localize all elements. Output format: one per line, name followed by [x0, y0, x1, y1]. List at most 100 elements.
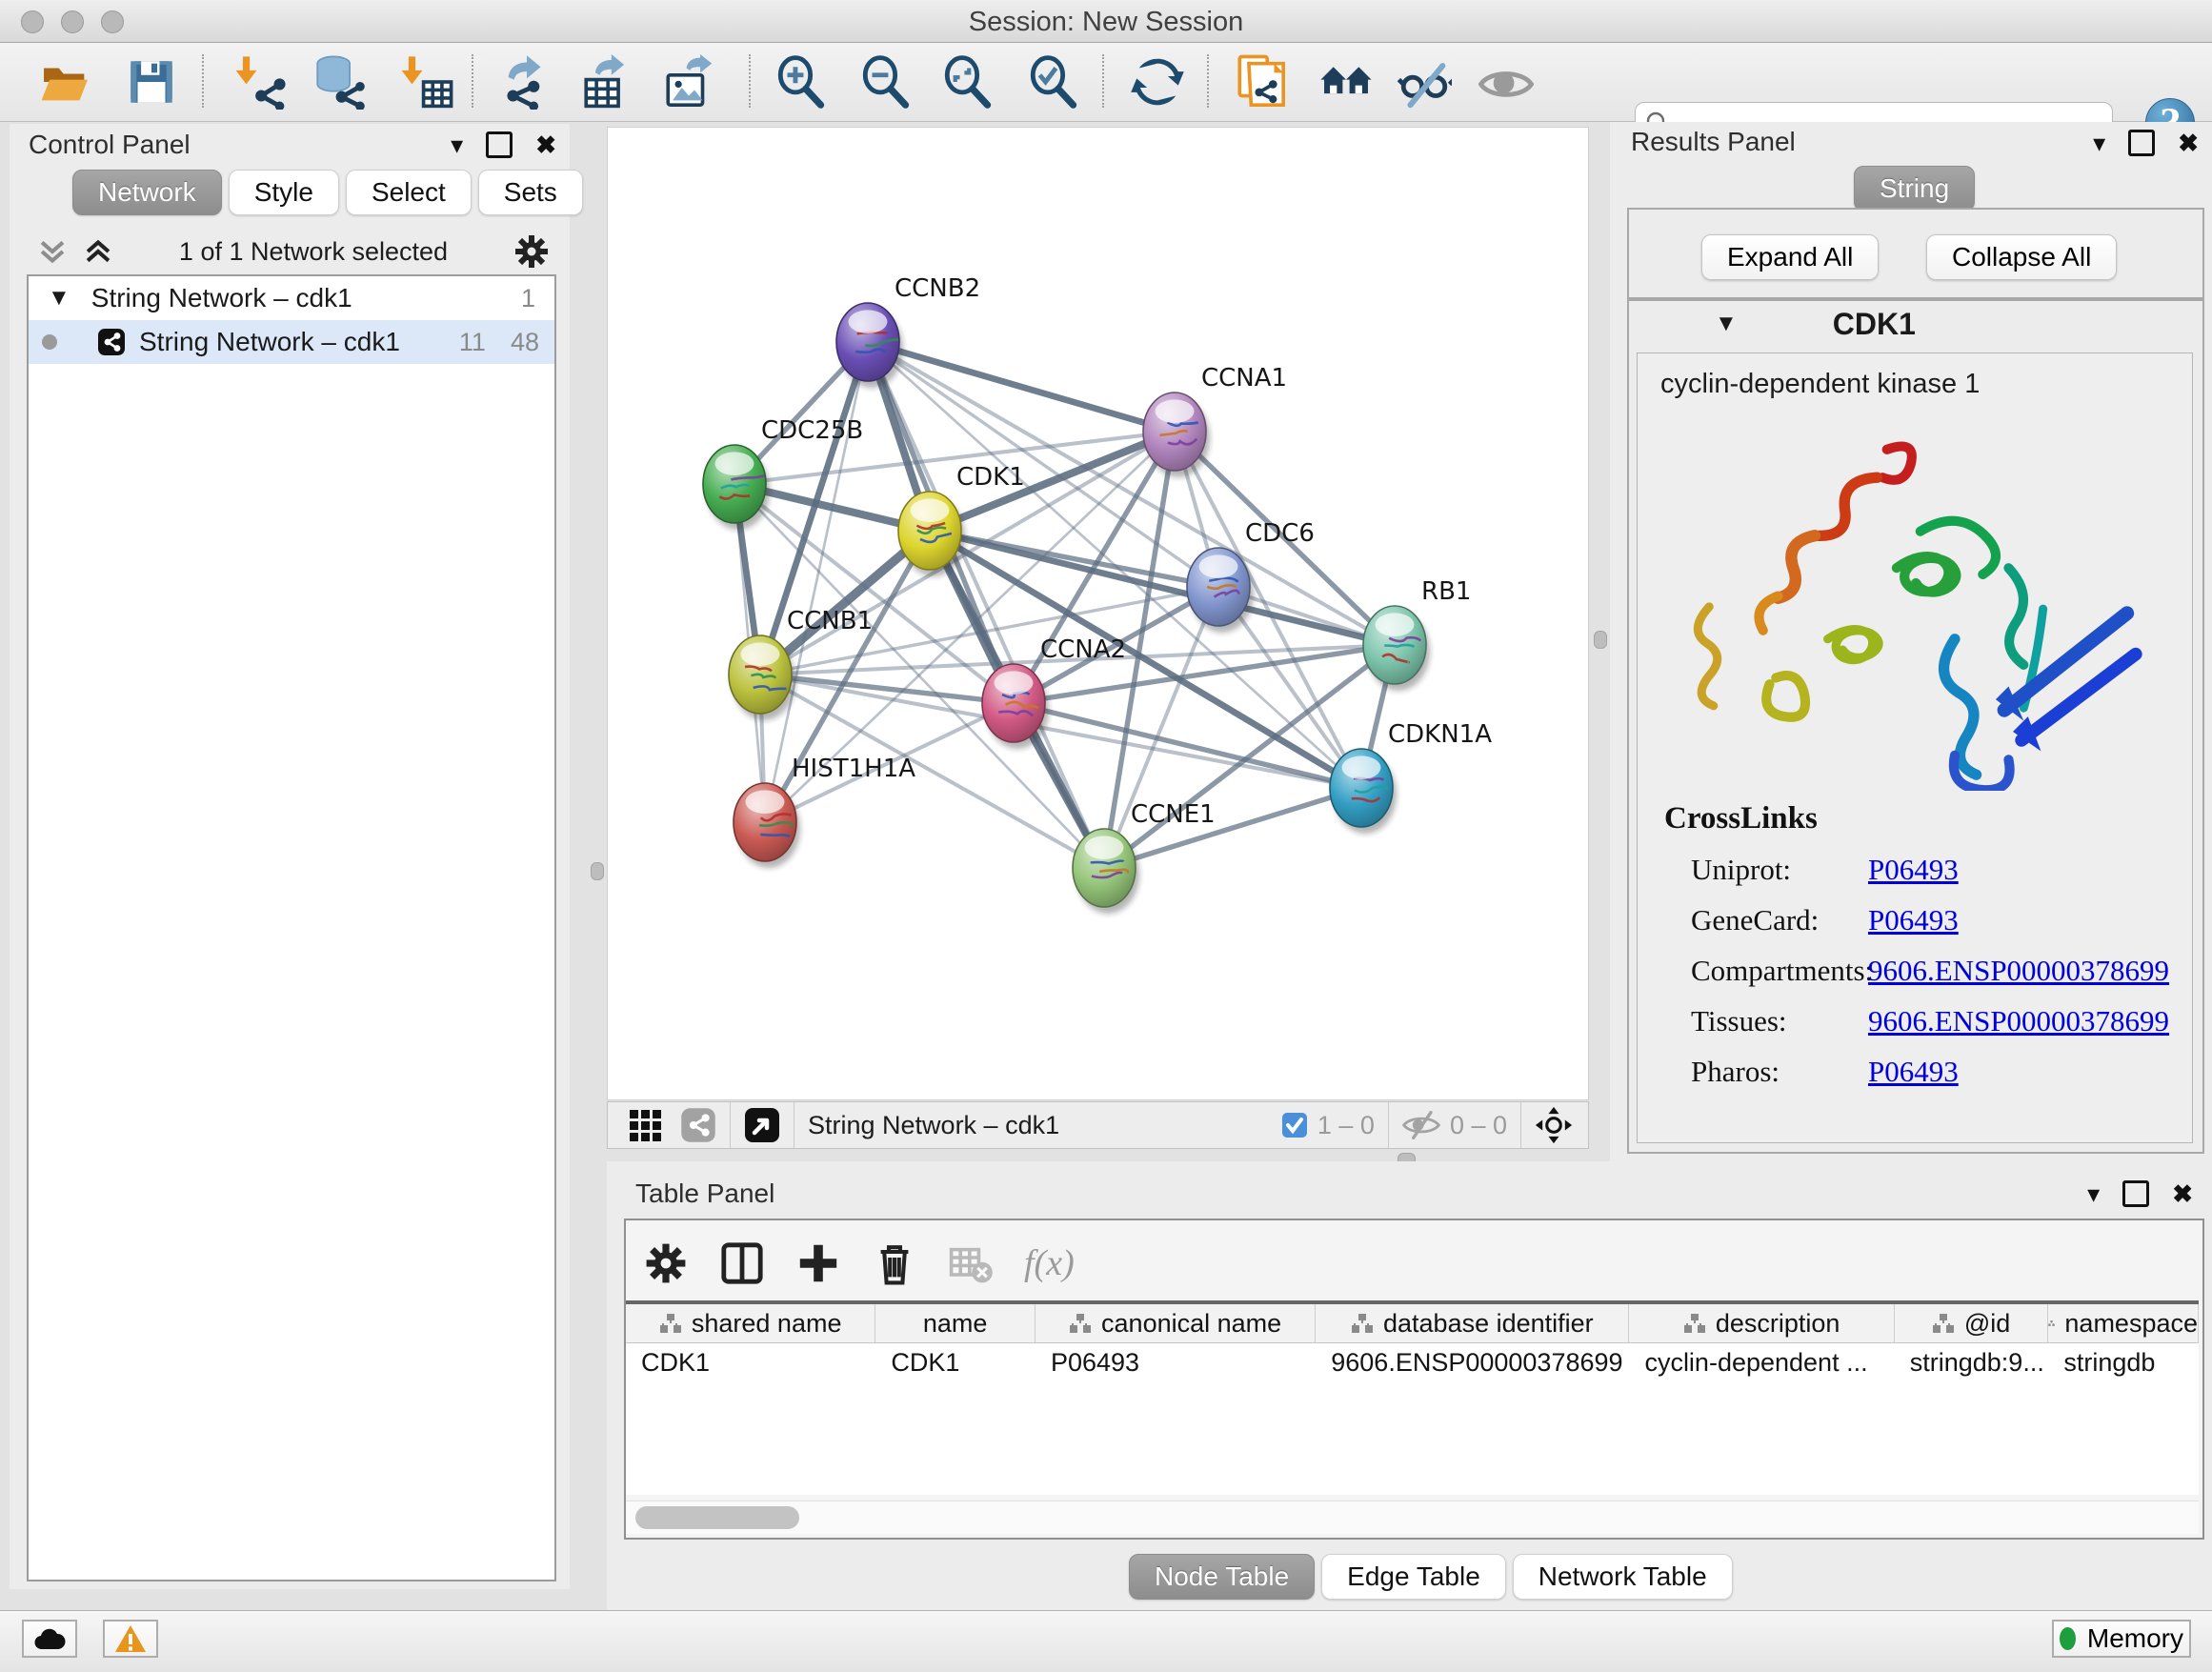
tab-sets[interactable]: Sets	[478, 170, 583, 215]
memory-button[interactable]: Memory	[2052, 1620, 2191, 1658]
results-panel-title: Results Panel	[1631, 127, 1796, 157]
table-cell[interactable]: cyclin-dependent ...	[1629, 1343, 1894, 1381]
node-label-CCNB1: CCNB1	[787, 607, 873, 635]
table-cell[interactable]: stringdb	[2048, 1343, 2199, 1381]
gene-entry-header[interactable]: ▼ CDK1	[1629, 301, 2202, 347]
node-RB1[interactable]: RB1	[1363, 577, 1471, 691]
column-header-namespace[interactable]: namespace	[2048, 1304, 2199, 1342]
control-panel-menu-icon[interactable]: ▾	[451, 132, 463, 157]
results-panel-close-icon[interactable]: ✖	[2178, 131, 2199, 155]
tab-network[interactable]: Network	[72, 170, 222, 215]
open-session-button[interactable]	[38, 54, 93, 110]
birds-eye-view-icon[interactable]	[744, 1107, 780, 1143]
pan-crosshair-icon[interactable]	[1535, 1106, 1573, 1144]
refresh-icon	[1130, 54, 1185, 110]
control-panel-close-icon[interactable]: ✖	[535, 132, 556, 157]
collapse-all-tree-icon[interactable]	[82, 237, 114, 266]
open-network-in-browser-button[interactable]	[1233, 54, 1288, 110]
gene-expander-icon[interactable]: ▼	[1715, 311, 1738, 337]
crosslink-row: Pharos:P06493	[1664, 1055, 2179, 1089]
grid-view-icon[interactable]	[627, 1107, 663, 1143]
table-cell[interactable]: P06493	[1036, 1343, 1316, 1381]
tab-node-table[interactable]: Node Table	[1129, 1554, 1315, 1600]
network-canvas[interactable]: CCNB2CCNA1CDC25BCDK1CDC6RB1CCNB1CCNA2CDK…	[607, 127, 1589, 1100]
hide-glasses-button[interactable]	[1397, 54, 1452, 110]
crosslink-label: Pharos:	[1691, 1055, 1868, 1089]
node-CCNA1[interactable]: CCNA1	[1143, 364, 1287, 477]
expand-all-tree-icon[interactable]	[36, 237, 69, 266]
memory-label: Memory	[2087, 1623, 2183, 1654]
tab-style[interactable]: Style	[229, 170, 339, 215]
table-cell[interactable]: 9606.ENSP00000378699	[1316, 1343, 1629, 1381]
show-eye-button[interactable]	[1478, 54, 1534, 110]
node-label-CDK1: CDK1	[956, 463, 1025, 492]
node-CDKN1A[interactable]: CDKN1A	[1330, 720, 1492, 834]
import-network-database-button[interactable]	[311, 54, 366, 110]
network-graph: CCNB2CCNA1CDC25BCDK1CDC6RB1CCNB1CCNA2CDK…	[608, 128, 1588, 1099]
crosslink-link[interactable]: 9606.ENSP00000378699	[1868, 1004, 2169, 1037]
node-label-CDKN1A: CDKN1A	[1388, 720, 1492, 749]
warnings-button[interactable]	[103, 1620, 158, 1658]
zoom-selected-button[interactable]	[1026, 54, 1081, 110]
table-cell[interactable]: CDK1	[875, 1343, 1036, 1381]
network-collection-row[interactable]: ▼ String Network – cdk1 1	[29, 276, 554, 320]
import-network-file-button[interactable]	[232, 54, 288, 110]
network-selection-summary: 1 of 1 Network selected	[114, 237, 513, 267]
table-row[interactable]: CDK1CDK1P064939606.ENSP00000378699cyclin…	[626, 1343, 2199, 1381]
export-image-button[interactable]	[661, 54, 716, 110]
column-header-description[interactable]: description	[1629, 1304, 1894, 1342]
export-network-button[interactable]	[499, 54, 554, 110]
right-splitter-handle[interactable]	[1594, 631, 1607, 649]
save-session-button[interactable]	[124, 54, 179, 110]
houses-icon	[1318, 54, 1374, 110]
control-panel-float-icon[interactable]	[486, 131, 513, 158]
delete-column-trash-icon[interactable]	[872, 1240, 917, 1286]
column-header-name[interactable]: name	[875, 1304, 1036, 1342]
column-header-canonical-name[interactable]: canonical name	[1036, 1304, 1316, 1342]
table-cell[interactable]: CDK1	[626, 1343, 875, 1381]
column-header-@id[interactable]: @id	[1895, 1304, 2049, 1342]
network-view-icon[interactable]	[680, 1107, 716, 1143]
table-panel-close-icon[interactable]: ✖	[2172, 1181, 2193, 1206]
results-panel-float-icon[interactable]	[2128, 130, 2155, 156]
zoom-in-button[interactable]	[774, 54, 829, 110]
selected-nodes-checkbox-icon[interactable]	[1281, 1112, 1308, 1138]
crosslink-link[interactable]: P06493	[1868, 1055, 1959, 1088]
tab-select[interactable]: Select	[346, 170, 472, 215]
hidden-node-edge-counts: 0 – 0	[1450, 1111, 1507, 1140]
edge-CCNB2-RB1[interactable]	[868, 342, 1395, 645]
column-header-database-identifier[interactable]: database identifier	[1316, 1304, 1629, 1342]
create-column-plus-icon[interactable]	[795, 1240, 841, 1286]
tab-edge-table[interactable]: Edge Table	[1321, 1554, 1506, 1600]
edge-CCNB2-HIST1H1A[interactable]	[765, 342, 868, 822]
crosslink-link[interactable]: P06493	[1868, 853, 1959, 886]
expand-all-button[interactable]: Expand All	[1701, 234, 1879, 280]
scrollbar-thumb[interactable]	[635, 1506, 799, 1529]
crosslink-link[interactable]: P06493	[1868, 903, 1959, 937]
cloud-status-button[interactable]	[22, 1620, 77, 1658]
export-table-button[interactable]	[579, 54, 634, 110]
zoom-fit-button[interactable]	[940, 54, 995, 110]
network-row[interactable]: String Network – cdk1 11 48	[29, 320, 554, 364]
refresh-view-button[interactable]	[1130, 54, 1185, 110]
results-panel-menu-icon[interactable]: ▾	[2093, 131, 2105, 155]
left-splitter-handle[interactable]	[591, 862, 604, 880]
collapse-all-button[interactable]: Collapse All	[1926, 234, 2117, 280]
table-settings-gear-icon[interactable]	[643, 1240, 689, 1286]
edge-CCNB2-CCNE1[interactable]	[868, 342, 1104, 868]
edge-CCNB2-CCNA1[interactable]	[868, 342, 1175, 432]
crosslink-link[interactable]: 9606.ENSP00000378699	[1868, 954, 2169, 987]
table-panel-menu-icon[interactable]: ▾	[2087, 1181, 2100, 1206]
zoom-out-button[interactable]	[858, 54, 914, 110]
string-home-button[interactable]	[1318, 54, 1374, 110]
tab-network-table[interactable]: Network Table	[1513, 1554, 1733, 1600]
table-panel-float-icon[interactable]	[2122, 1180, 2149, 1207]
table-cell[interactable]: stringdb:9...	[1895, 1343, 2049, 1381]
import-table-file-button[interactable]	[398, 54, 453, 110]
collection-expander-icon[interactable]: ▼	[48, 285, 70, 312]
tab-string[interactable]: String	[1854, 166, 1975, 212]
column-header-shared-name[interactable]: shared name	[626, 1304, 875, 1342]
node-CDK1[interactable]: CDK1	[898, 463, 1025, 576]
network-options-gear-icon[interactable]	[513, 232, 551, 271]
show-columns-icon[interactable]	[719, 1240, 765, 1286]
